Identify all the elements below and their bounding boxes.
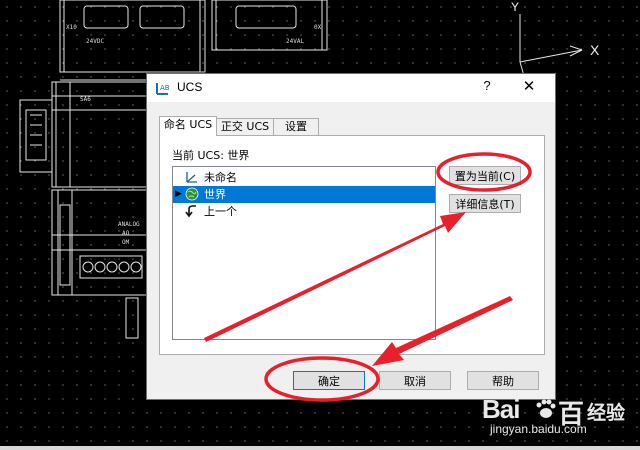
svg-text:AB: AB	[160, 84, 170, 92]
tab-orthographic-ucs[interactable]: 正交 UCS	[216, 118, 274, 135]
help-icon[interactable]: ?	[475, 78, 499, 98]
tab-settings[interactable]: 设置	[273, 118, 319, 135]
paw-icon	[536, 399, 556, 418]
undo-arrow-icon	[185, 205, 196, 218]
cad-label: X10	[66, 24, 77, 31]
ucs-listbox[interactable]: 未命名 ▶ 世界 上一个	[172, 166, 436, 340]
current-ucs-label: 当前 UCS: 世界	[172, 149, 250, 162]
watermark-url: jingyan.baidu.com	[490, 422, 587, 436]
ok-button[interactable]: 确定	[293, 371, 365, 390]
dialog-titlebar[interactable]: AB UCS ? ✕	[147, 74, 555, 102]
cad-label: OM	[122, 239, 130, 246]
ucs-axis-icon	[186, 172, 197, 183]
list-item-unnamed[interactable]: 未命名	[173, 169, 435, 186]
cad-label: ANALOG	[118, 221, 140, 228]
details-button[interactable]: 详细信息(T)	[449, 194, 521, 213]
watermark-jingyan: 经验	[587, 402, 626, 424]
baidu-jingyan-watermark: Bai 百 经验 jingyan.baidu.com	[482, 394, 632, 442]
current-marker-icon: ▶	[175, 189, 182, 199]
list-item-label: 上一个	[204, 205, 237, 218]
cad-label: 0X	[314, 24, 322, 31]
ucs-y-axis-label: Y	[511, 0, 520, 14]
ucs-app-icon: AB	[155, 80, 171, 96]
dialog-title: UCS	[177, 80, 203, 94]
close-icon[interactable]: ✕	[515, 77, 543, 99]
watermark-brand: Bai	[482, 394, 520, 424]
cad-label: AO	[122, 230, 130, 237]
list-item-label: 世界	[204, 188, 226, 201]
help-button[interactable]: 帮助	[467, 371, 539, 390]
cad-label: SA6	[80, 96, 91, 103]
ucs-x-axis-label: X	[590, 42, 600, 58]
cad-label: 24VAL	[286, 38, 305, 45]
list-item-previous[interactable]: 上一个	[173, 203, 435, 220]
cad-label: 24VDC	[86, 38, 105, 45]
tab-panel-named-ucs: 当前 UCS: 世界 未命名 ▶ 世界 上一个 置为当前(C) 详细信息(T)	[159, 135, 545, 355]
set-current-button[interactable]: 置为当前(C)	[449, 166, 521, 185]
cancel-button[interactable]: 取消	[379, 371, 451, 390]
ucs-dialog: AB UCS ? ✕ 命名 UCS 正交 UCS 设置 当前 UCS: 世界 未…	[146, 73, 556, 400]
globe-icon	[185, 187, 199, 201]
command-line-strip	[0, 446, 640, 450]
tab-named-ucs[interactable]: 命名 UCS	[159, 116, 217, 136]
list-item-label: 未命名	[204, 171, 237, 184]
list-item-world[interactable]: ▶ 世界	[173, 186, 435, 203]
